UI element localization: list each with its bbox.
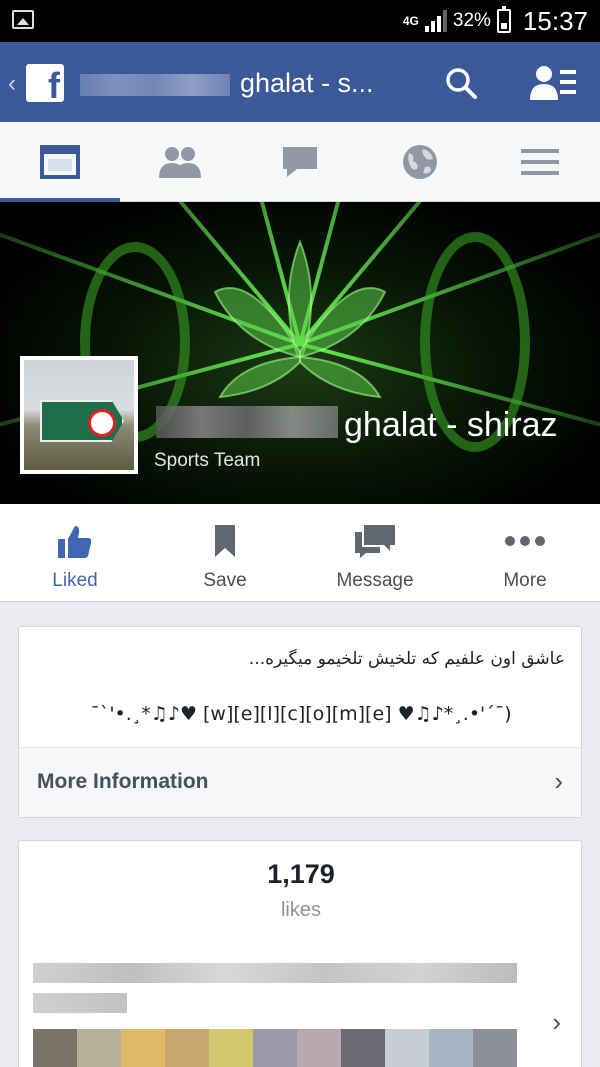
redacted-friends-text <box>33 993 127 1013</box>
page-icon <box>40 145 80 179</box>
signal-icon <box>424 10 447 32</box>
friend-thumbnails <box>33 1029 517 1067</box>
image-notification-icon <box>12 10 34 29</box>
friends-icon <box>159 147 201 178</box>
header-title: ghalat - s... <box>240 68 374 98</box>
more-dots-icon <box>505 536 545 546</box>
save-label: Save <box>203 570 247 591</box>
more-information-row[interactable]: More Information › <box>19 747 581 817</box>
facebook-logo-icon[interactable]: f <box>26 64 64 102</box>
status-bar-right: 4G 32% 15:37 <box>403 4 588 38</box>
more-label: More <box>503 570 547 591</box>
friend-requests-icon[interactable] <box>530 64 578 102</box>
redacted-name-blur <box>156 406 338 438</box>
message-button[interactable]: Message <box>300 504 450 602</box>
road-sign-image <box>40 400 124 442</box>
cover-photo[interactable]: ghalat - shiraz Sports Team <box>0 202 600 504</box>
redacted-friends-text <box>33 963 517 983</box>
back-chevron-icon[interactable]: ‹ <box>8 70 16 98</box>
tab-messages[interactable] <box>240 122 360 202</box>
message-label: Message <box>336 570 414 591</box>
battery-icon <box>496 6 511 33</box>
hamburger-icon <box>521 149 559 175</box>
likes-card[interactable]: 1,179 likes › <box>18 840 582 1067</box>
chat-bubbles-icon <box>355 525 395 558</box>
redacted-name-blur <box>80 74 230 96</box>
more-information-label: More Information <box>37 770 209 793</box>
page-name: ghalat - shiraz <box>344 406 558 444</box>
clock: 15:37 <box>522 5 588 36</box>
chat-icon <box>283 147 317 177</box>
tab-bar <box>0 122 600 202</box>
likes-count: 1,179 <box>267 859 335 889</box>
bookmark-icon <box>215 525 235 557</box>
tab-notifications[interactable] <box>360 122 480 202</box>
status-bar: 4G 32% 15:37 <box>0 0 600 42</box>
page-category[interactable]: Sports Team <box>154 450 260 472</box>
battery-percent: 32% <box>452 10 491 31</box>
liked-button[interactable]: Liked <box>0 504 150 602</box>
app-header: ‹ f ghalat - s... <box>0 42 600 122</box>
chevron-right-icon: › <box>554 766 563 796</box>
globe-icon <box>403 145 437 179</box>
leaf-artwork <box>213 239 387 399</box>
more-button[interactable]: More <box>450 504 600 602</box>
network-type: 4G <box>402 14 419 28</box>
likes-label: likes <box>280 899 321 921</box>
page-actions: Liked Save Message More <box>0 504 600 602</box>
about-card: عاشق اون علفیم که تلخیش تلخیمو میگیره...… <box>18 626 582 818</box>
profile-picture[interactable] <box>20 356 138 474</box>
welcome-text: ¯`'•.¸*♫♪♥ [w][e][l][c][o][m][e] ♥♫♪*¸.•… <box>90 703 512 725</box>
search-icon[interactable] <box>444 66 478 100</box>
tab-timeline[interactable] <box>0 122 120 202</box>
tab-friends[interactable] <box>120 122 240 202</box>
thumbs-up-icon <box>58 526 92 558</box>
page-description: عاشق اون علفیم که تلخیش تلخیمو میگیره... <box>248 649 565 669</box>
liked-label: Liked <box>52 570 98 591</box>
chevron-right-icon[interactable]: › <box>552 1007 561 1038</box>
tab-menu[interactable] <box>480 122 600 202</box>
save-button[interactable]: Save <box>150 504 300 602</box>
